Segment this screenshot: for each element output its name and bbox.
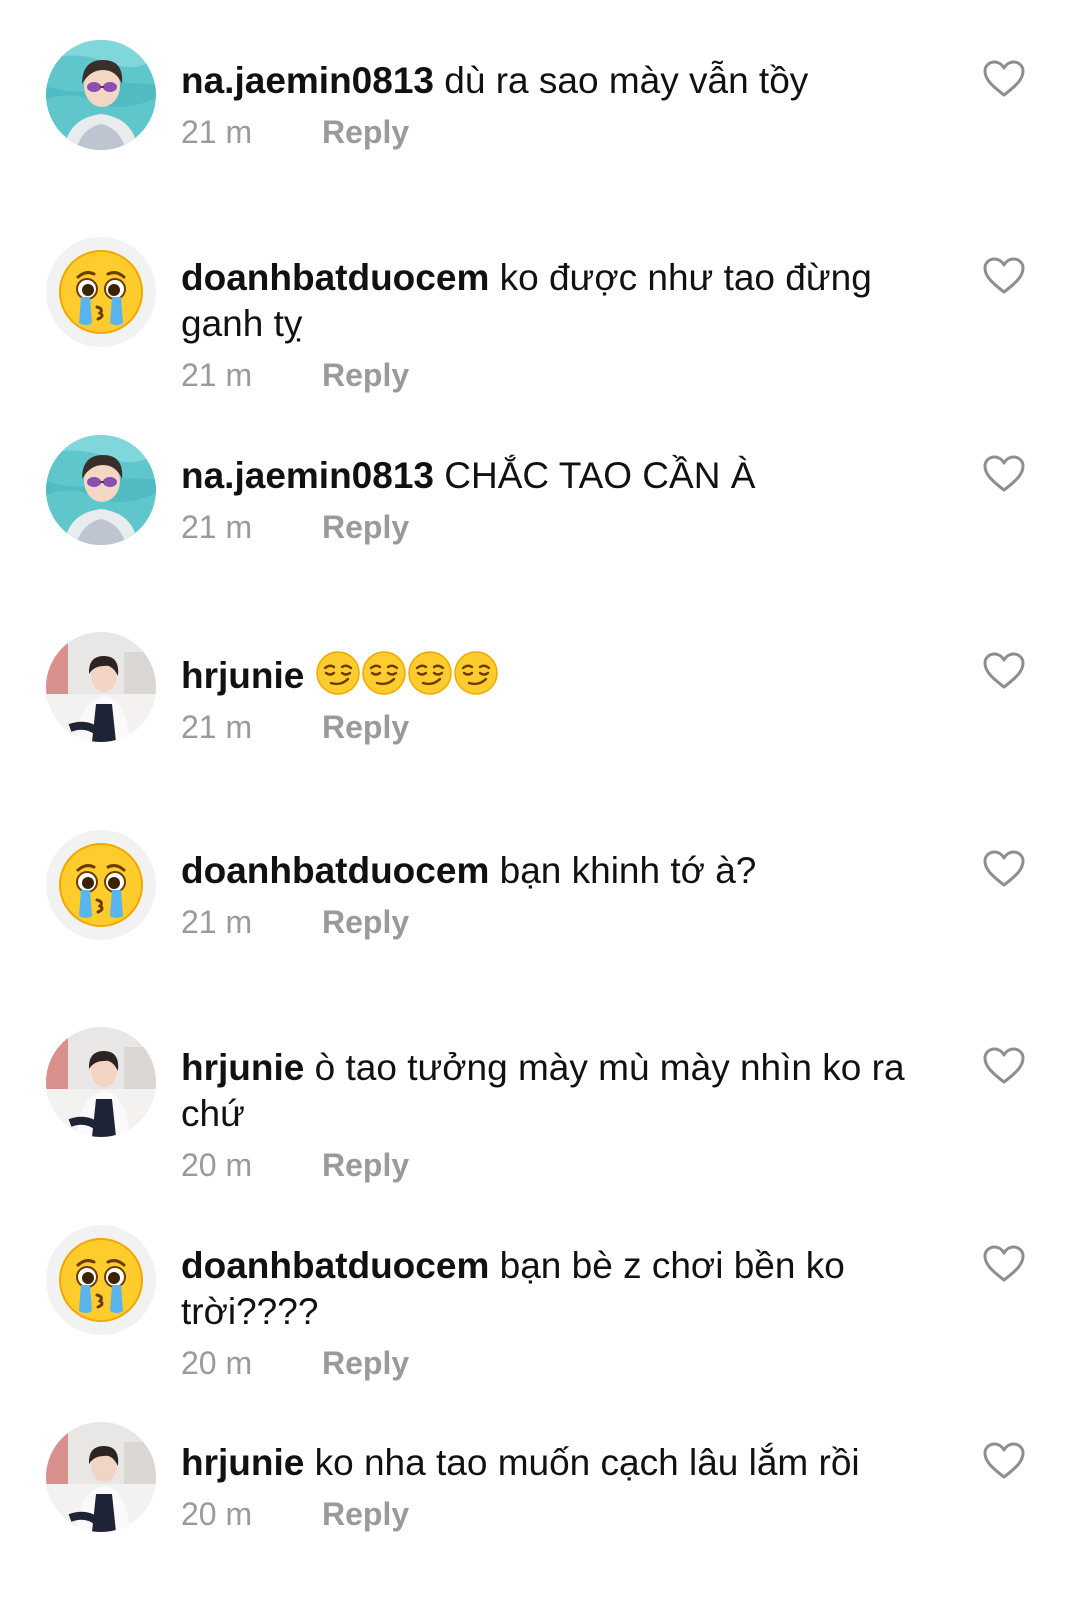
comment-meta: 20 m Reply (181, 1145, 931, 1185)
comment-text-line: na.jaemin0813 dù ra sao mày vẫn tồy (181, 58, 931, 104)
avatar[interactable] (46, 632, 156, 742)
comment-username[interactable]: hrjunie (181, 655, 304, 696)
comment-text-line: doanhbatduocem bạn khinh tớ à? (181, 848, 931, 894)
reply-button[interactable]: Reply (322, 112, 409, 152)
avatar[interactable] (46, 1027, 156, 1137)
comment-text-line: doanhbatduocem bạn bè z chơi bền ko trời… (181, 1243, 931, 1335)
comment-body: na.jaemin0813 dù ra sao mày vẫn tồy 21 m… (181, 58, 931, 152)
comment-meta: 21 m Reply (181, 507, 931, 547)
reply-button[interactable]: Reply (322, 1343, 409, 1383)
comment-body: doanhbatduocem bạn khinh tớ à? 21 m Repl… (181, 848, 931, 942)
reply-button[interactable]: Reply (322, 507, 409, 547)
comment-time: 21 m (181, 709, 253, 745)
comment-text: CHẮC TAO CẦN À (444, 455, 756, 496)
comment-body: na.jaemin0813 CHẮC TAO CẦN À 21 m Reply (181, 453, 931, 547)
heart-icon[interactable] (983, 850, 1025, 888)
comment-meta: 21 m Reply (181, 707, 931, 747)
crying-emoji-avatar-art (46, 830, 156, 940)
comment-time: 20 m (181, 1147, 253, 1183)
avatar[interactable] (46, 1225, 156, 1335)
comment-meta: 20 m Reply (181, 1494, 931, 1534)
comment-text-line: na.jaemin0813 CHẮC TAO CẦN À (181, 453, 931, 499)
avatar[interactable] (46, 435, 156, 545)
reply-button[interactable]: Reply (322, 707, 409, 747)
heart-icon[interactable] (983, 1245, 1025, 1283)
smirk-emoji-icon (407, 651, 452, 695)
smirk-emoji-icon (361, 651, 406, 695)
comment-username[interactable]: doanhbatduocem (181, 850, 489, 891)
comment-body: hrjunie ò tao tưởng mày mù mày nhìn ko r… (181, 1045, 931, 1185)
heart-icon[interactable] (983, 60, 1025, 98)
comment-text-line: hrjunie ò tao tưởng mày mù mày nhìn ko r… (181, 1045, 931, 1137)
comment-time: 21 m (181, 114, 253, 150)
reply-button[interactable]: Reply (322, 902, 409, 942)
comment-username[interactable]: hrjunie (181, 1047, 304, 1088)
comment-text-line: hrjunie (181, 650, 931, 699)
smirk-emoji-icon (453, 651, 498, 695)
heart-icon[interactable] (983, 1047, 1025, 1085)
crying-emoji-avatar-art (46, 237, 156, 347)
comment-body: doanhbatduocem ko được như tao đừng ganh… (181, 255, 931, 395)
comment-meta: 21 m Reply (181, 902, 931, 942)
pool-photo-avatar-art (46, 40, 156, 150)
heart-icon[interactable] (983, 257, 1025, 295)
avatar[interactable] (46, 40, 156, 150)
comment-text: bạn khinh tớ à? (499, 850, 757, 891)
comment-username[interactable]: na.jaemin0813 (181, 60, 434, 101)
avatar[interactable] (46, 237, 156, 347)
room-photo-avatar-art (46, 632, 156, 742)
comment-time: 21 m (181, 509, 253, 545)
comment-text: dù ra sao mày vẫn tồy (444, 60, 809, 101)
comment-time: 21 m (181, 904, 253, 940)
avatar[interactable] (46, 1422, 156, 1532)
reply-button[interactable]: Reply (322, 1494, 409, 1534)
comment-meta: 21 m Reply (181, 355, 931, 395)
pool-photo-avatar-art (46, 435, 156, 545)
crying-emoji-avatar-art (46, 1225, 156, 1335)
comment-text-line: hrjunie ko nha tao muốn cạch lâu lắm rồi (181, 1440, 931, 1486)
comment-body: hrjunie 21 m Reply (181, 650, 931, 747)
reply-button[interactable]: Reply (322, 1145, 409, 1185)
room-photo-avatar-art (46, 1027, 156, 1137)
avatar[interactable] (46, 830, 156, 940)
comment-time: 20 m (181, 1496, 253, 1532)
comment-time: 20 m (181, 1345, 253, 1381)
comment-list: na.jaemin0813 dù ra sao mày vẫn tồy 21 m… (0, 0, 1080, 1603)
heart-icon[interactable] (983, 652, 1025, 690)
smirk-emoji-icon (315, 651, 360, 695)
comment-username[interactable]: doanhbatduocem (181, 257, 489, 298)
comment-username[interactable]: doanhbatduocem (181, 1245, 489, 1286)
comment-meta: 20 m Reply (181, 1343, 931, 1383)
comment-meta: 21 m Reply (181, 112, 931, 152)
comment-username[interactable]: na.jaemin0813 (181, 455, 434, 496)
comment-time: 21 m (181, 357, 253, 393)
comment-text: ko nha tao muốn cạch lâu lắm rồi (314, 1442, 860, 1483)
comment-body: hrjunie ko nha tao muốn cạch lâu lắm rồi… (181, 1440, 931, 1534)
heart-icon[interactable] (983, 455, 1025, 493)
room-photo-avatar-art (46, 1422, 156, 1532)
comment-text-line: doanhbatduocem ko được như tao đừng ganh… (181, 255, 931, 347)
reply-button[interactable]: Reply (322, 355, 409, 395)
heart-icon[interactable] (983, 1442, 1025, 1480)
comment-username[interactable]: hrjunie (181, 1442, 304, 1483)
comment-body: doanhbatduocem bạn bè z chơi bền ko trời… (181, 1243, 931, 1383)
smirk-emoji-row (315, 650, 499, 696)
